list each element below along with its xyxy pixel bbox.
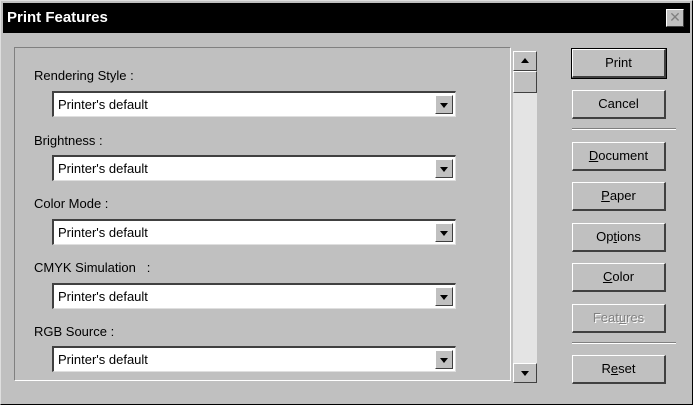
rendering-style-value: Printer's default bbox=[58, 97, 148, 112]
document-label-key: D bbox=[588, 148, 599, 163]
cancel-button[interactable]: Cancel bbox=[572, 90, 666, 119]
button-separator bbox=[572, 128, 676, 130]
options-button[interactable]: Options bbox=[572, 223, 666, 252]
rgb-source-dropdown[interactable]: Printer's default bbox=[52, 346, 456, 372]
features-label-key: u bbox=[618, 310, 627, 325]
paper-label-post: aper bbox=[609, 188, 636, 203]
paper-button[interactable]: Paper bbox=[572, 182, 666, 211]
reset-label-pre: R bbox=[601, 361, 611, 376]
rgb-source-value: Printer's default bbox=[58, 352, 148, 367]
color-label-post: olor bbox=[612, 269, 635, 284]
chevron-down-icon[interactable] bbox=[435, 350, 453, 369]
reset-label-post: set bbox=[618, 361, 636, 376]
reset-button[interactable]: Reset bbox=[572, 355, 666, 384]
brightness-dropdown[interactable]: Printer's default bbox=[52, 155, 456, 181]
rendering-style-dropdown[interactable]: Printer's default bbox=[52, 91, 456, 117]
features-button[interactable]: Features bbox=[572, 304, 666, 333]
chevron-down-icon[interactable] bbox=[435, 223, 453, 242]
paper-label-key: P bbox=[601, 188, 610, 203]
options-label-post: ions bbox=[617, 229, 641, 244]
chevron-down-icon[interactable] bbox=[435, 159, 453, 178]
document-button[interactable]: Document bbox=[572, 142, 666, 171]
chevron-down-icon[interactable] bbox=[435, 95, 453, 114]
scrollbar-thumb[interactable] bbox=[513, 71, 537, 93]
brightness-label: Brightness : bbox=[34, 133, 103, 148]
brightness-value: Printer's default bbox=[58, 161, 148, 176]
color-mode-dropdown[interactable]: Printer's default bbox=[52, 219, 456, 245]
scroll-up-icon[interactable] bbox=[513, 51, 537, 71]
vertical-scrollbar[interactable] bbox=[513, 51, 537, 383]
rendering-style-label: Rendering Style : bbox=[34, 68, 134, 83]
color-mode-value: Printer's default bbox=[58, 225, 148, 240]
cmyk-simulation-value: Printer's default bbox=[58, 289, 148, 304]
title-bar[interactable]: Print Features ✕ bbox=[3, 3, 690, 33]
rgb-source-label: RGB Source : bbox=[34, 324, 115, 339]
color-mode-label: Color Mode : bbox=[34, 196, 109, 211]
cmyk-simulation-label: CMYK Simulation : bbox=[34, 260, 151, 275]
options-label-pre: Op bbox=[596, 229, 614, 244]
print-button[interactable]: Print bbox=[571, 48, 667, 79]
color-button[interactable]: Color bbox=[572, 263, 666, 292]
scroll-down-icon[interactable] bbox=[513, 363, 537, 383]
print-features-dialog: Print Features ✕ Rendering Style : Print… bbox=[0, 0, 693, 405]
color-label-key: C bbox=[602, 269, 613, 284]
features-panel: Rendering Style : Printer's default Brig… bbox=[14, 47, 511, 381]
cmyk-simulation-dropdown[interactable]: Printer's default bbox=[52, 283, 456, 309]
features-label-pre: Feat bbox=[592, 310, 619, 325]
chevron-down-icon[interactable] bbox=[435, 287, 453, 306]
document-label-post: ocument bbox=[598, 148, 649, 163]
features-label-post: res bbox=[626, 310, 645, 325]
button-separator bbox=[572, 342, 676, 344]
window-title: Print Features bbox=[7, 9, 108, 26]
close-icon[interactable]: ✕ bbox=[666, 9, 684, 27]
